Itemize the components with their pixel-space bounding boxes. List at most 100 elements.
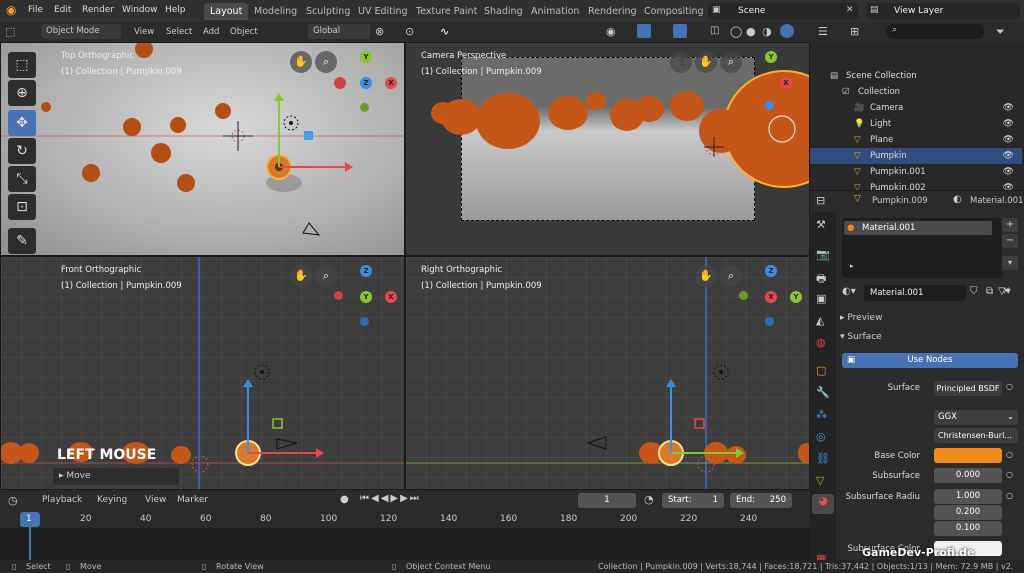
scale-tool-icon[interactable]: ⤡ (8, 166, 36, 192)
zoom-icon[interactable]: ⌕ (720, 265, 742, 287)
particles-tab-icon[interactable]: ⁂ (816, 408, 827, 421)
remove-slot-button[interactable]: − (1002, 234, 1018, 248)
output-tab-icon[interactable]: 🖶 (816, 270, 826, 289)
pan-hand-icon[interactable]: ✋ (290, 51, 312, 73)
wireframe-shading-icon[interactable]: ◯ (730, 25, 742, 38)
radius-z-field[interactable]: 0.100 (934, 521, 1002, 536)
tab-compositing[interactable]: Compositing (638, 3, 710, 20)
menu-window[interactable]: Window (122, 5, 158, 15)
end-frame-field[interactable]: End: 250 (730, 493, 792, 508)
camera-view-icon[interactable]: 🎥 (670, 51, 692, 73)
gizmo-x-icon[interactable]: X (780, 77, 792, 89)
filter-display-icon[interactable]: ⊞ (850, 25, 859, 38)
outliner-row[interactable]: ▽ Pumpkin.001 👁 (810, 164, 1022, 180)
rotate-tool-icon[interactable]: ↻ (8, 138, 36, 164)
menu-view[interactable]: View (134, 27, 154, 37)
move-tool-icon[interactable]: ✥ (8, 110, 36, 136)
radius-y-field[interactable]: 0.200 (934, 505, 1002, 520)
viewport-front-ortho[interactable]: Front Orthographic (1) Collection | Pump… (0, 256, 405, 490)
outliner-row[interactable]: ▽ Plane 👁 (810, 132, 1022, 148)
data-tab-icon[interactable]: ▽ (816, 474, 824, 487)
gizmo-z-icon[interactable]: Z (360, 265, 372, 277)
menu-help[interactable]: Help (165, 5, 186, 15)
zoom-icon[interactable]: ⌕ (315, 265, 337, 287)
visibility-eye-icon[interactable]: 👁 (1003, 116, 1014, 132)
tab-modeling[interactable]: Modeling (248, 3, 303, 20)
overlay-toggle-icon[interactable] (673, 24, 687, 38)
gizmo-neg-y-icon[interactable] (360, 103, 369, 112)
socket-icon[interactable]: ○ (1006, 382, 1013, 391)
gizmo-x-icon[interactable]: X (385, 77, 397, 89)
view-layer-tab-icon[interactable]: ▣ (816, 292, 826, 305)
proportional-icon[interactable]: ⊙ (405, 25, 414, 38)
menu-keying[interactable]: Keying (97, 495, 127, 505)
current-frame-field[interactable]: 1 (578, 493, 636, 508)
mode-selector[interactable]: Object Mode (41, 24, 121, 39)
visibility-eye-icon[interactable]: 👁 (1003, 100, 1014, 116)
last-operator-panel[interactable]: ▸ Move (53, 468, 179, 485)
menu-render[interactable]: Render (82, 5, 114, 15)
material-slot-row[interactable]: ● Material.001 (844, 221, 992, 235)
rendered-shading-icon[interactable] (780, 24, 794, 38)
use-nodes-button[interactable]: ▣ Use Nodes (842, 353, 1018, 368)
gizmo-y-icon[interactable]: Y (790, 291, 802, 303)
render-tab-icon[interactable]: 📷 (816, 248, 830, 261)
gizmo-z-icon[interactable] (765, 101, 774, 110)
annotate-tool-icon[interactable]: ✎ (8, 228, 36, 254)
constraints-tab-icon[interactable]: ⛓ (816, 452, 830, 465)
gizmo-toggle-icon[interactable] (637, 24, 651, 38)
pivot-icon[interactable]: ∿ (440, 25, 449, 38)
menu-playback[interactable]: Playback (42, 495, 82, 505)
viewport-camera[interactable]: Camera Perspective (1) Collection | Pump… (405, 42, 810, 256)
playback-controls-icon[interactable]: ⏮◀◀▶▶⏭ (360, 493, 421, 504)
material-slot-list[interactable]: ● Material.001 ▸ (842, 218, 1002, 278)
world-tab-icon[interactable]: ◍ (816, 336, 826, 349)
gizmo-y-icon[interactable]: Y (360, 51, 372, 63)
record-icon[interactable]: ● (340, 494, 349, 505)
surface-shader-field[interactable]: Principled BSDF (934, 381, 1002, 396)
socket-icon[interactable]: ○ (1006, 491, 1013, 500)
tab-sculpting[interactable]: Sculpting (300, 3, 356, 20)
slot-menu-button[interactable]: ▾ (1002, 256, 1018, 270)
gizmo-x-icon[interactable]: X (765, 291, 777, 303)
subsurface-method-dropdown[interactable]: Christensen-Burl... (934, 428, 1018, 443)
duplicate-icon[interactable]: ⧉ (986, 286, 993, 297)
solid-shading-icon[interactable]: ● (746, 25, 756, 38)
tab-uv-editing[interactable]: UV Editing (352, 3, 414, 20)
surface-panel-header[interactable]: ▾ Surface (840, 329, 1024, 345)
snap-icon[interactable]: ⊗ (375, 25, 384, 38)
gizmo-neg-x-icon[interactable] (334, 77, 346, 89)
outliner-search-input[interactable] (886, 24, 984, 39)
fake-user-icon[interactable]: ⛉ (970, 286, 978, 297)
visibility-eye-icon[interactable]: 👁 (1003, 164, 1014, 180)
editor-type-icon[interactable]: ⬚ (5, 25, 15, 38)
menu-edit[interactable]: Edit (54, 5, 71, 15)
select-box-tool-icon[interactable]: ⬚ (8, 52, 36, 78)
gizmo-neg-y-icon[interactable] (739, 291, 748, 300)
zoom-icon[interactable]: ⌕ (315, 51, 337, 73)
zoom-icon[interactable]: ⌕ (720, 51, 742, 73)
gizmo-z-icon[interactable]: Z (765, 265, 777, 277)
radius-x-field[interactable]: 1.000 (934, 489, 1002, 504)
close-icon[interactable]: ✕ (846, 5, 854, 15)
gizmo-neg-x-icon[interactable] (334, 291, 343, 300)
distribution-dropdown[interactable]: GGX ⌄ (934, 410, 1018, 425)
xray-icon[interactable]: ◫ (710, 25, 719, 36)
visibility-icon[interactable]: ◉ (606, 25, 616, 38)
preview-panel-header[interactable]: ▸ Preview (840, 310, 1024, 326)
editor-type-icon[interactable]: ☰ (818, 25, 828, 38)
outliner-row[interactable]: 💡 Light 👁 (810, 116, 1022, 132)
tab-texture-paint[interactable]: Texture Paint (410, 3, 483, 20)
scene-selector[interactable]: ▣ Scene ✕ (708, 3, 858, 19)
gizmo-x-icon[interactable]: X (385, 291, 397, 303)
physics-tab-icon[interactable]: ◎ (816, 430, 826, 443)
editor-type-icon[interactable]: ◷ (8, 494, 18, 507)
pan-hand-icon[interactable]: ✋ (695, 265, 717, 287)
object-tab-icon[interactable]: ▢ (816, 364, 826, 377)
start-frame-field[interactable]: Start: 1 (662, 493, 724, 508)
viewport-right-ortho[interactable]: Right Orthographic (1) Collection | Pump… (405, 256, 810, 490)
view-layer-selector[interactable]: ▤ View Layer (866, 3, 1020, 19)
modifier-tab-icon[interactable]: 🔧 (816, 386, 830, 399)
pan-hand-icon[interactable]: ✋ (695, 51, 717, 73)
gizmo-neg-z-icon[interactable] (360, 317, 369, 326)
